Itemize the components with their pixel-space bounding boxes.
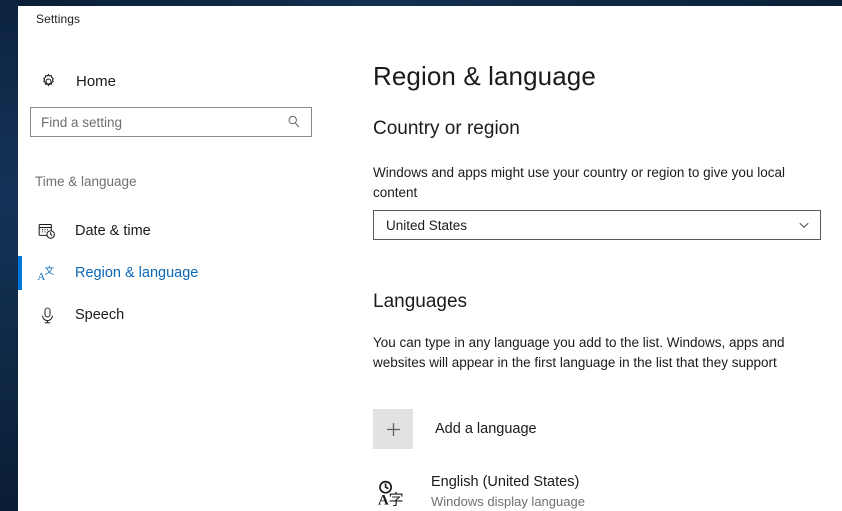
desktop-backdrop-left xyxy=(0,0,18,511)
add-language-button[interactable]: Add a language xyxy=(373,409,537,449)
page-title: Region & language xyxy=(373,61,596,91)
settings-window: Settings Home Find a setting Time & lang… xyxy=(18,6,842,511)
language-name: English (United States) xyxy=(431,474,580,490)
main-content: Region & language Country or region Wind… xyxy=(344,36,842,511)
window-title: Settings xyxy=(36,12,81,26)
gear-icon xyxy=(35,68,61,94)
svg-text:字: 字 xyxy=(389,490,404,508)
add-language-label: Add a language xyxy=(435,421,537,437)
sidebar-item-region-language[interactable]: A 文 Region & language xyxy=(18,252,344,294)
sidebar-home-label: Home xyxy=(76,72,117,90)
sidebar: Home Time & language xyxy=(18,36,344,511)
country-dropdown[interactable]: United States xyxy=(373,210,821,240)
calendar-clock-icon xyxy=(35,219,59,243)
sidebar-group-header: Time & language xyxy=(35,174,137,189)
country-dropdown-value: United States xyxy=(386,217,468,233)
settings-window-root: Settings Home Find a setting Time & lang… xyxy=(0,0,842,511)
title-bar: Settings xyxy=(18,6,842,36)
microphone-icon xyxy=(35,303,59,327)
search-icon[interactable] xyxy=(281,109,307,135)
sidebar-item-speech[interactable]: Speech xyxy=(18,294,344,336)
country-section-title: Country or region xyxy=(373,118,520,139)
languages-section-title: Languages xyxy=(373,291,468,312)
plus-icon xyxy=(373,409,413,449)
language-icon: A 文 xyxy=(35,261,59,285)
search-input[interactable] xyxy=(31,108,279,136)
languages-section-description: You can type in any language you add to … xyxy=(373,335,785,370)
sidebar-item-home[interactable]: Home xyxy=(30,66,320,96)
country-section-description: Windows and apps might use your country … xyxy=(373,165,785,200)
search-box[interactable] xyxy=(30,107,312,137)
sidebar-item-label: Date & time xyxy=(75,223,151,239)
language-subtitle: Windows display language xyxy=(431,494,585,509)
language-text-block: English (United States) Windows display … xyxy=(431,472,585,511)
sidebar-nav-list: Date & time A 文 Region & language Speech xyxy=(18,210,344,336)
sidebar-item-label: Region & language xyxy=(75,265,199,281)
chevron-down-icon[interactable] xyxy=(790,211,818,239)
selection-accent-bar xyxy=(18,256,22,290)
sidebar-item-label: Speech xyxy=(75,307,125,323)
sidebar-item-date-time[interactable]: Date & time xyxy=(18,210,344,252)
list-item[interactable]: A 字 English (United States) Windows disp… xyxy=(373,472,585,511)
svg-text:A: A xyxy=(378,492,389,508)
language-pack-icon: A 字 xyxy=(373,474,411,511)
svg-text:文: 文 xyxy=(44,264,54,276)
